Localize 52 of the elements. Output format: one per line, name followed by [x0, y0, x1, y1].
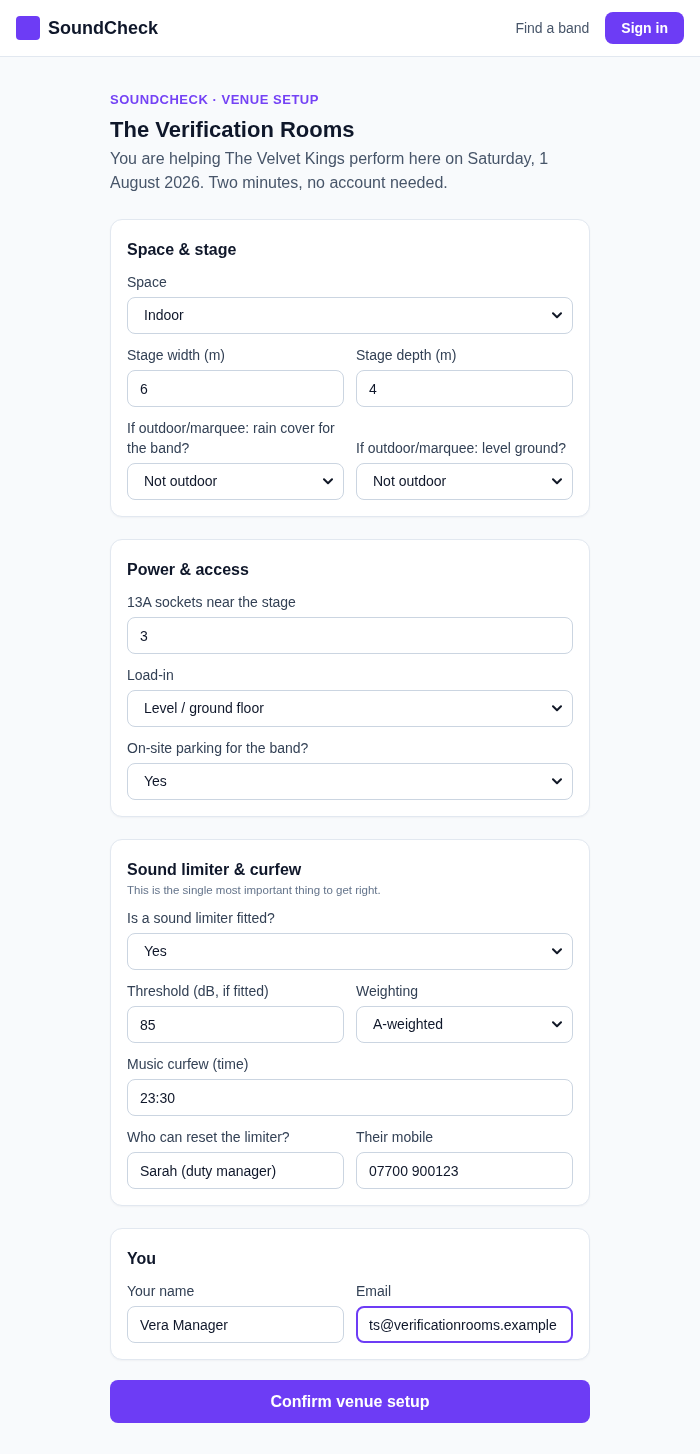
input-field[interactable]: 6 — [127, 370, 344, 407]
chevron-down-icon — [552, 705, 562, 712]
select-field[interactable]: Not outdoor — [356, 463, 573, 500]
section-title: Power & access — [127, 560, 250, 580]
input-field[interactable]: 23:30 — [127, 1079, 573, 1116]
eyebrow-text: SOUNDCHECK · VENUE SETUP — [110, 91, 320, 109]
field-label: 13A sockets near the stage — [127, 593, 297, 612]
chevron-down-icon — [552, 778, 562, 785]
field-label: Their mobile — [356, 1128, 435, 1147]
select-field[interactable]: Level / ground floor — [127, 690, 573, 727]
sign-in-button[interactable]: Sign in — [605, 12, 684, 44]
field-label: Is a sound limiter fitted? — [127, 909, 276, 928]
field-label: Email — [356, 1282, 392, 1301]
square-logo-icon — [16, 16, 40, 40]
input-field[interactable]: Sarah (duty manager) — [127, 1152, 344, 1189]
nav-link[interactable]: Find a band — [515, 17, 590, 39]
chevron-down-icon — [552, 1021, 562, 1028]
chevron-down-icon — [552, 478, 562, 485]
field-label: Weighting — [356, 982, 419, 1001]
brand-name: SoundCheck — [48, 16, 158, 40]
input-field[interactable]: ts@verificationrooms.example — [356, 1306, 573, 1343]
input-field[interactable]: Vera Manager — [127, 1306, 344, 1343]
select-field[interactable]: Not outdoor — [127, 463, 344, 500]
field-label: Music curfew (time) — [127, 1055, 250, 1074]
field-label: Space — [127, 273, 168, 292]
select-field[interactable]: Yes — [127, 763, 573, 800]
field-label: Who can reset the limiter? — [127, 1128, 291, 1147]
field-label: Stage depth (m) — [356, 346, 458, 365]
section-title: Sound limiter & curfew — [127, 860, 303, 880]
field-label: On-site parking for the band? — [127, 739, 310, 758]
page-title: The Verification Rooms — [110, 116, 356, 144]
confirm-button[interactable]: Confirm venue setup — [110, 1380, 590, 1423]
section-note: This is the single most important thing to get right. — [127, 883, 382, 898]
input-field[interactable]: 85 — [127, 1006, 344, 1043]
section-title: Space & stage — [127, 240, 238, 260]
field-label: Threshold (dB, if fitted) — [127, 982, 270, 1001]
select-field[interactable]: Indoor — [127, 297, 573, 334]
select-field[interactable]: Yes — [127, 933, 573, 970]
intro-text: You are helping The Velvet Kings perform here on Saturday, 1 August 2026. Two minutes, no account needed. — [110, 149, 550, 193]
field-label: If outdoor/marquee: rain cover for the band? — [127, 419, 336, 458]
input-field[interactable]: 3 — [127, 617, 573, 654]
chevron-down-icon — [323, 478, 333, 485]
field-label: Load-in — [127, 666, 175, 685]
field-label: Stage width (m) — [127, 346, 227, 365]
input-field[interactable]: 4 — [356, 370, 573, 407]
field-label: Your name — [127, 1282, 196, 1301]
chevron-down-icon — [552, 948, 562, 955]
field-label: If outdoor/marquee: level ground? — [356, 439, 568, 458]
select-field[interactable]: A-weighted — [356, 1006, 573, 1043]
section-title: You — [127, 1249, 158, 1269]
input-field[interactable]: 07700 900123 — [356, 1152, 573, 1189]
chevron-down-icon — [552, 312, 562, 319]
